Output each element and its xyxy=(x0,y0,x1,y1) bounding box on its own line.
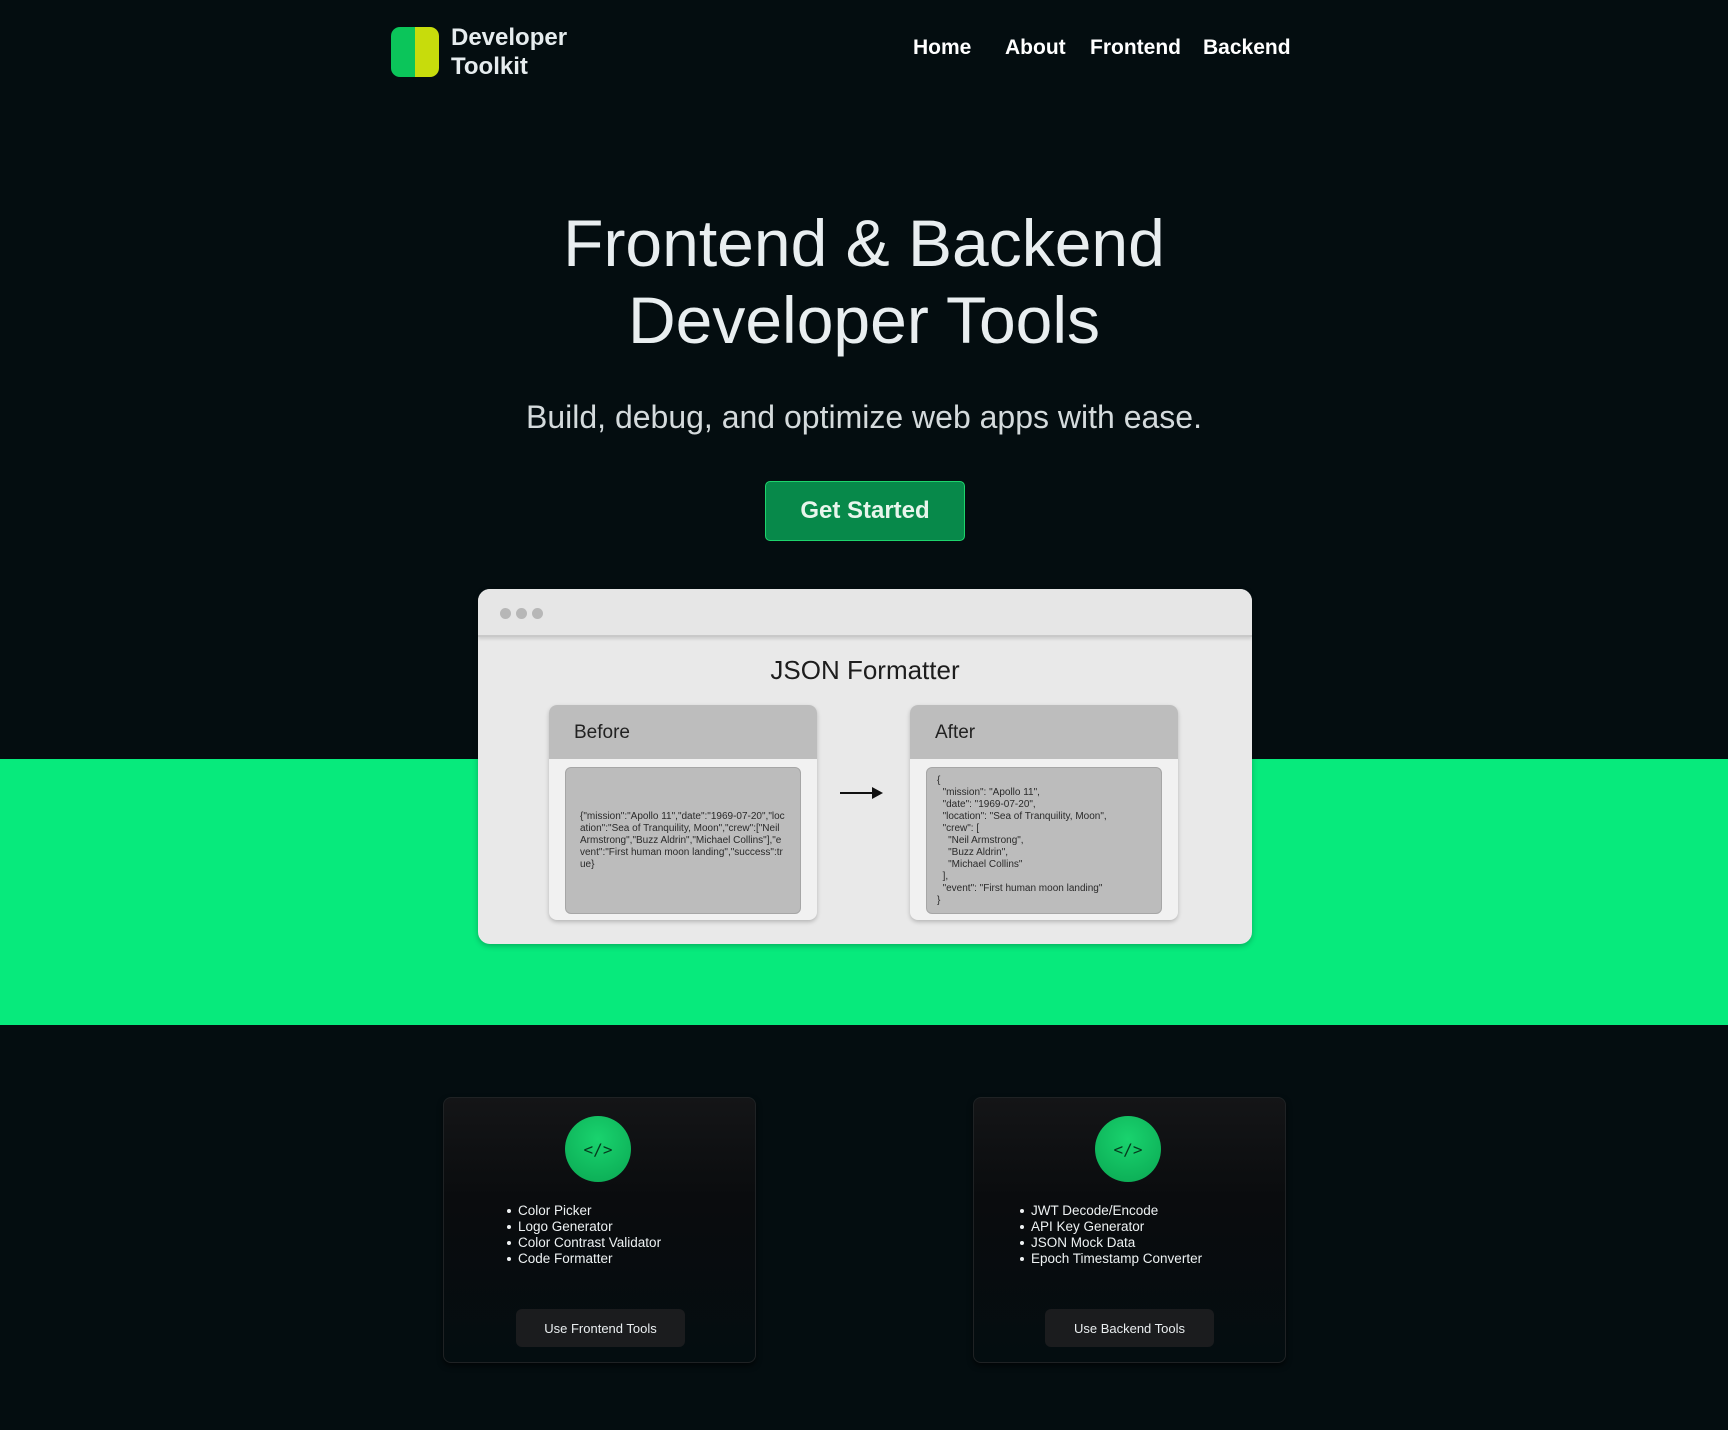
list-item: JSON Mock Data xyxy=(1019,1235,1202,1251)
backend-card: </> JWT Decode/Encode API Key Generator … xyxy=(973,1097,1286,1363)
list-item: Logo Generator xyxy=(506,1219,661,1235)
backend-tools-list: JWT Decode/Encode API Key Generator JSON… xyxy=(1019,1203,1202,1267)
arrow-right-icon xyxy=(840,787,883,799)
frontend-card: </> Color Picker Logo Generator Color Co… xyxy=(443,1097,756,1363)
hero-title-line1: Frontend & Backend xyxy=(563,206,1165,280)
nav-home[interactable]: Home xyxy=(913,36,971,60)
list-item: API Key Generator xyxy=(1019,1219,1202,1235)
window-dot-icon xyxy=(532,608,543,619)
nav-about[interactable]: About xyxy=(1005,36,1066,60)
hero-title: Frontend & Backend Developer Tools xyxy=(0,205,1728,359)
before-label: Before xyxy=(549,705,817,759)
site-header: Developer Toolkit Home About Frontend Ba… xyxy=(0,0,1728,100)
list-item: Code Formatter xyxy=(506,1251,661,1267)
before-code: {"mission":"Apollo 11","date":"1969-07-2… xyxy=(565,767,801,914)
list-item: JWT Decode/Encode xyxy=(1019,1203,1202,1219)
use-backend-tools-button[interactable]: Use Backend Tools xyxy=(1045,1309,1214,1347)
list-item: Color Contrast Validator xyxy=(506,1235,661,1251)
hero-title-line2: Developer Tools xyxy=(627,283,1101,357)
main-nav: Home About Frontend Backend xyxy=(0,36,1728,66)
code-icon: </> xyxy=(565,1116,631,1182)
after-panel: After { "mission": "Apollo 11", "date": … xyxy=(910,705,1178,920)
demo-title: JSON Formatter xyxy=(770,655,960,685)
after-label: After xyxy=(910,705,1178,759)
list-item: Color Picker xyxy=(506,1203,661,1219)
browser-titlebar xyxy=(478,589,1252,637)
after-code: { "mission": "Apollo 11", "date": "1969-… xyxy=(926,767,1162,914)
window-dot-icon xyxy=(500,608,511,619)
use-frontend-tools-button[interactable]: Use Frontend Tools xyxy=(516,1309,685,1347)
before-panel: Before {"mission":"Apollo 11","date":"19… xyxy=(549,705,817,920)
list-item: Epoch Timestamp Converter xyxy=(1019,1251,1202,1267)
code-icon: </> xyxy=(1095,1116,1161,1182)
get-started-button[interactable]: Get Started xyxy=(765,481,965,541)
browser-mockup: JSON Formatter Before {"mission":"Apollo… xyxy=(478,589,1252,944)
frontend-tools-list: Color Picker Logo Generator Color Contra… xyxy=(506,1203,661,1267)
nav-frontend[interactable]: Frontend xyxy=(1090,36,1181,60)
hero-subtitle: Build, debug, and optimize web apps with… xyxy=(526,399,1202,435)
nav-backend[interactable]: Backend xyxy=(1203,36,1291,60)
window-dot-icon xyxy=(516,608,527,619)
